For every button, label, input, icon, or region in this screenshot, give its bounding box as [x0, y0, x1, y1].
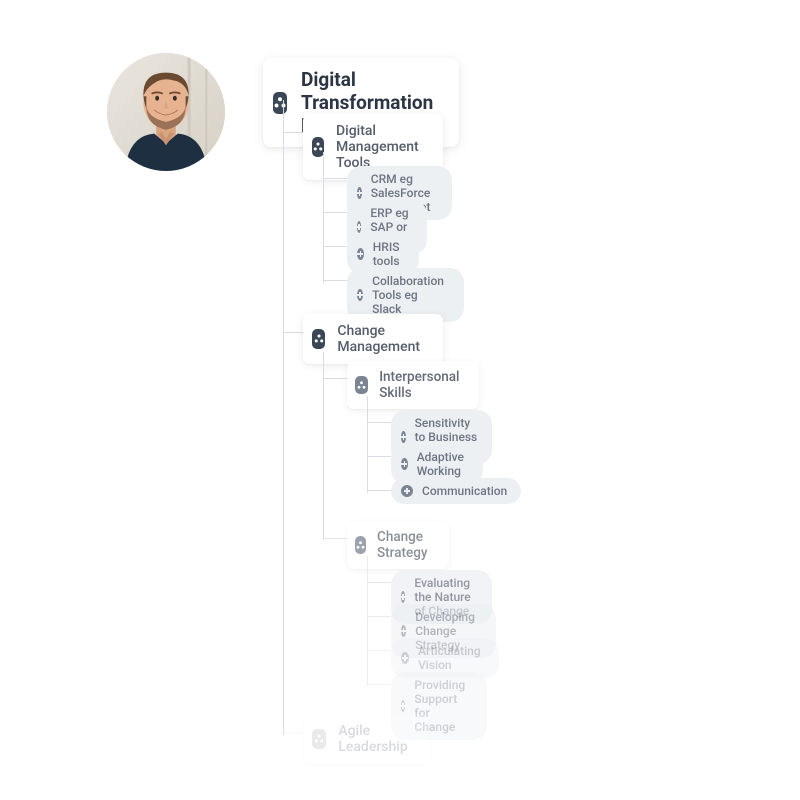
- plus-icon: [401, 652, 409, 664]
- skill-communication[interactable]: Communication: [391, 478, 521, 504]
- plus-icon: [401, 431, 406, 443]
- skill-label: Adaptive Working: [417, 450, 470, 478]
- skill-label: Communication: [422, 484, 507, 498]
- plus-icon: [401, 485, 413, 497]
- category-label: Digital Management Tools: [336, 123, 427, 171]
- subcategory-change-strategy[interactable]: Change Strategy: [347, 521, 449, 569]
- skill-label: Collaboration Tools eg Slack: [372, 274, 450, 316]
- plus-icon: [357, 221, 361, 233]
- cluster-icon: [355, 376, 368, 394]
- role-icon: [273, 92, 287, 114]
- category-label: Agile Leadership: [338, 723, 413, 755]
- cluster-icon: [312, 729, 326, 749]
- subcategory-label: Interpersonal Skills: [379, 369, 464, 401]
- subcategory-label: Change Strategy: [377, 529, 434, 561]
- plus-icon: [401, 591, 405, 603]
- category-agile-leadership[interactable]: Agile Leadership: [303, 714, 429, 764]
- avatar: [107, 53, 225, 171]
- cluster-icon: [312, 329, 325, 349]
- skill-label: Articulating Vision: [418, 644, 485, 672]
- plus-icon: [401, 458, 408, 470]
- cluster-icon: [355, 536, 366, 554]
- plus-icon: [357, 289, 363, 301]
- plus-icon: [401, 625, 406, 637]
- plus-icon: [357, 248, 364, 260]
- plus-icon: [357, 187, 362, 199]
- skill-label: HRIS tools: [373, 240, 405, 268]
- plus-icon: [401, 700, 405, 712]
- category-label: Change Management: [337, 323, 426, 355]
